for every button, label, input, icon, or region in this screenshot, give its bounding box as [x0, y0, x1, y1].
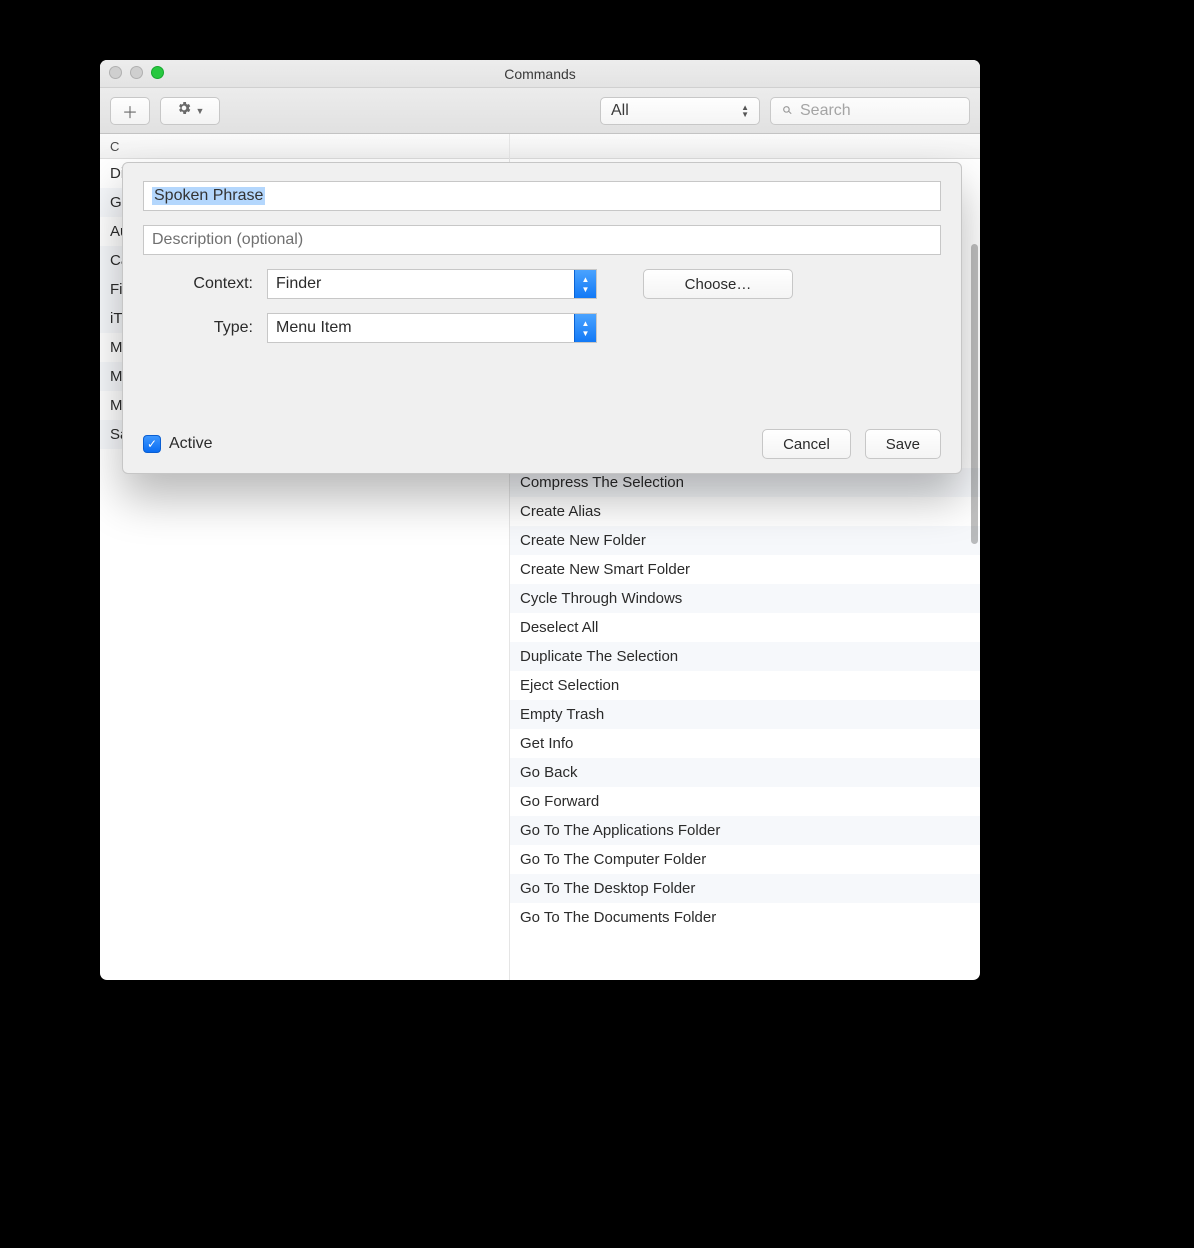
list-item[interactable]: Go To The Desktop Folder	[510, 874, 980, 903]
spoken-phrase-value: Spoken Phrase	[152, 187, 265, 205]
filter-value: All	[611, 102, 629, 120]
list-item[interactable]: Go Back	[510, 758, 980, 787]
list-item-label: Get Info	[520, 735, 573, 752]
gear-icon	[176, 100, 192, 121]
list-item-label: Create Alias	[520, 503, 601, 520]
list-item-label: Deselect All	[520, 619, 598, 636]
type-label: Type:	[143, 319, 253, 337]
list-item-label: Empty Trash	[520, 706, 604, 723]
description-placeholder: Description (optional)	[152, 231, 303, 249]
command-list-header	[510, 134, 980, 159]
stepper-icon: ▲▼	[741, 104, 749, 118]
list-item[interactable]: Create New Folder	[510, 526, 980, 555]
list-item[interactable]: Deselect All	[510, 613, 980, 642]
list-item-label: Go Forward	[520, 793, 599, 810]
list-item[interactable]: Eject Selection	[510, 671, 980, 700]
spoken-phrase-field[interactable]: Spoken Phrase	[143, 181, 941, 211]
list-item-label: Go Back	[520, 764, 578, 781]
toolbar: ＋ ▼ All ▲▼ Search	[100, 88, 980, 134]
check-icon: ✓	[143, 435, 161, 453]
list-item[interactable]: Cycle Through Windows	[510, 584, 980, 613]
context-popup[interactable]: Finder ▲▼	[267, 269, 597, 299]
type-popup[interactable]: Menu Item ▲▼	[267, 313, 597, 343]
description-field[interactable]: Description (optional)	[143, 225, 941, 255]
actions-menu-button[interactable]: ▼	[160, 97, 220, 125]
active-checkbox[interactable]: ✓ Active	[143, 435, 213, 453]
stepper-icon: ▲▼	[574, 314, 596, 342]
sidebar-item-label: M	[110, 368, 123, 385]
active-label: Active	[169, 435, 213, 453]
context-list-header: C	[100, 134, 509, 159]
commands-window: Commands ＋ ▼ All ▲▼ Search	[100, 60, 980, 980]
context-list-header-label: C	[110, 139, 119, 154]
plus-icon: ＋	[122, 99, 138, 123]
filter-popup[interactable]: All ▲▼	[600, 97, 760, 125]
titlebar: Commands	[100, 60, 980, 88]
sidebar-item-label: M	[110, 339, 123, 356]
list-item-label: Duplicate The Selection	[520, 648, 678, 665]
list-item[interactable]: Go To The Documents Folder	[510, 903, 980, 932]
choose-button[interactable]: Choose…	[643, 269, 793, 299]
search-placeholder: Search	[800, 102, 851, 120]
cancel-label: Cancel	[783, 436, 830, 453]
search-icon	[781, 104, 794, 117]
stepper-icon: ▲▼	[574, 270, 596, 298]
list-item-label: Go To The Applications Folder	[520, 822, 720, 839]
search-field[interactable]: Search	[770, 97, 970, 125]
save-button[interactable]: Save	[865, 429, 941, 459]
list-item[interactable]: Duplicate The Selection	[510, 642, 980, 671]
context-label: Context:	[143, 275, 253, 293]
list-item[interactable]: Go Forward	[510, 787, 980, 816]
list-item-label: Go To The Documents Folder	[520, 909, 716, 926]
zoom-window-button[interactable]	[151, 66, 164, 79]
scrollbar-thumb[interactable]	[971, 244, 978, 544]
save-label: Save	[886, 436, 920, 453]
list-item-label: Cycle Through Windows	[520, 590, 682, 607]
cancel-button[interactable]: Cancel	[762, 429, 851, 459]
close-window-button[interactable]	[109, 66, 122, 79]
choose-label: Choose…	[685, 276, 752, 293]
list-item-label: Create New Smart Folder	[520, 561, 690, 578]
list-item[interactable]: Go To The Computer Folder	[510, 845, 980, 874]
add-button[interactable]: ＋	[110, 97, 150, 125]
edit-command-sheet: Spoken Phrase Description (optional) Con…	[122, 162, 962, 474]
list-item[interactable]: Go To The Applications Folder	[510, 816, 980, 845]
list-item-label: Compress The Selection	[520, 474, 684, 491]
type-value: Menu Item	[276, 319, 352, 337]
minimize-window-button[interactable]	[130, 66, 143, 79]
list-item-label: Create New Folder	[520, 532, 646, 549]
list-item[interactable]: Create Alias	[510, 497, 980, 526]
chevron-down-icon: ▼	[196, 106, 205, 116]
window-controls	[109, 66, 164, 79]
list-item-label: Eject Selection	[520, 677, 619, 694]
sidebar-item-label: Fi	[110, 281, 123, 298]
list-item-label: Go To The Computer Folder	[520, 851, 706, 868]
list-item[interactable]: Create New Smart Folder	[510, 555, 980, 584]
context-value: Finder	[276, 275, 321, 293]
list-item[interactable]: Empty Trash	[510, 700, 980, 729]
list-item-label: Go To The Desktop Folder	[520, 880, 695, 897]
list-item[interactable]: Get Info	[510, 729, 980, 758]
sidebar-item-label: iT	[110, 310, 123, 327]
window-title: Commands	[504, 66, 576, 82]
